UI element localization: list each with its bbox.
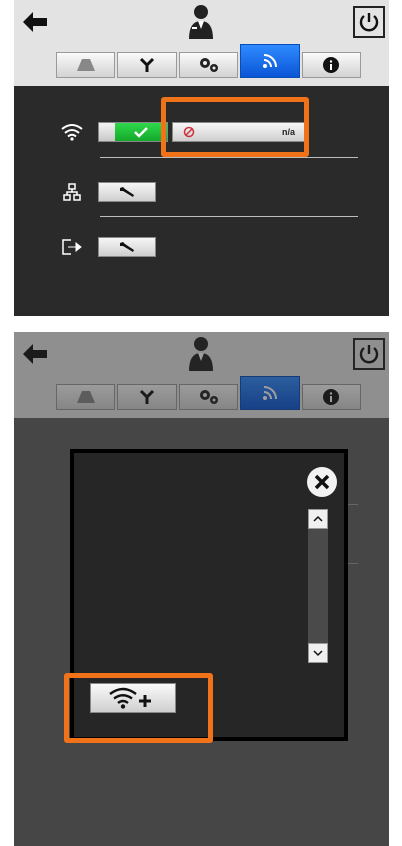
user-icon	[184, 2, 218, 42]
chevron-down-icon	[313, 650, 323, 657]
network-settings-button[interactable]	[98, 182, 156, 202]
network-icon	[54, 178, 90, 206]
tab-probe[interactable]	[56, 52, 116, 78]
close-icon	[314, 474, 330, 490]
network-list-scrollbar[interactable]	[308, 509, 328, 663]
scroll-up-button[interactable]	[308, 509, 328, 529]
tab-connector[interactable]	[117, 52, 177, 78]
probe-icon	[76, 59, 95, 71]
export-settings-button[interactable]	[98, 237, 156, 257]
tab-wireless[interactable]	[240, 44, 300, 78]
divider	[100, 216, 358, 217]
divider	[100, 157, 358, 158]
scroll-down-button[interactable]	[308, 643, 328, 663]
tab-settings[interactable]	[178, 52, 239, 78]
tab-info[interactable]	[301, 52, 362, 78]
highlight-box	[161, 97, 309, 157]
chevron-up-icon	[313, 515, 323, 522]
gears-icon	[199, 58, 218, 72]
wireless-settings-screen: n/a	[14, 0, 389, 316]
power-button[interactable]	[353, 6, 385, 38]
checkmark-icon	[134, 127, 148, 138]
info-icon	[323, 57, 340, 73]
back-button[interactable]	[18, 6, 52, 38]
arrow-left-icon	[23, 12, 47, 32]
export-icon	[54, 233, 90, 261]
header-bar	[14, 0, 389, 86]
wifi-toggle[interactable]	[98, 122, 168, 142]
wifi-icon	[54, 118, 90, 146]
export-row	[54, 233, 156, 261]
y-connector-icon	[140, 57, 155, 72]
close-button[interactable]	[307, 467, 337, 497]
wrench-icon	[120, 242, 134, 252]
network-row	[54, 178, 156, 206]
add-network-screen	[14, 332, 389, 846]
highlight-box	[64, 673, 213, 743]
tab-bar	[56, 44, 362, 78]
power-icon	[359, 13, 379, 32]
wrench-icon	[120, 187, 134, 197]
wireless-icon	[262, 54, 277, 68]
